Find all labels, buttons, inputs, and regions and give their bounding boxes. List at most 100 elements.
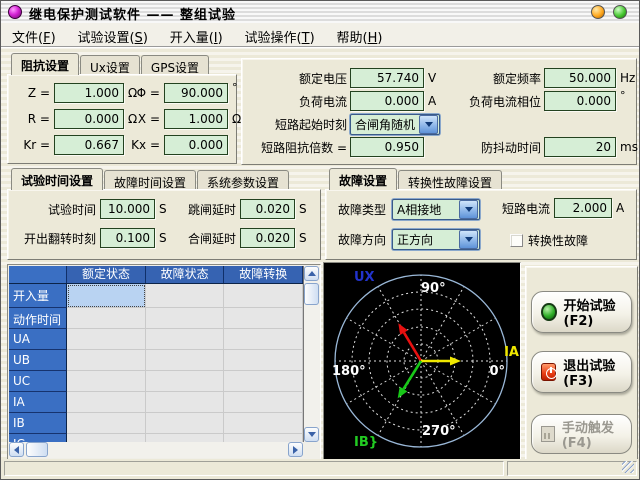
menu-file[interactable]: 文件(F): [5, 23, 63, 46]
minimize-button[interactable]: [591, 5, 605, 19]
scroll-right-button[interactable]: [288, 442, 303, 457]
table-cell[interactable]: [146, 371, 225, 392]
row-header-IC[interactable]: IC: [9, 434, 67, 442]
phi-input[interactable]: 90.000: [164, 83, 228, 103]
table-cell[interactable]: [146, 329, 225, 350]
scroll-left-button[interactable]: [9, 442, 24, 457]
table-cell[interactable]: [67, 308, 146, 329]
load-current-input[interactable]: 0.000: [350, 91, 424, 111]
col-fault-state[interactable]: 故障状态: [146, 266, 225, 283]
menu-help[interactable]: 帮助(H): [329, 23, 389, 46]
row-header-动作时间[interactable]: 动作时间: [9, 308, 67, 329]
scroll-down-button[interactable]: [304, 427, 319, 442]
tab-fault-settings[interactable]: 故障设置: [329, 168, 397, 190]
table-cell[interactable]: [146, 308, 225, 329]
table-cell[interactable]: [67, 284, 146, 308]
fault-type-combo[interactable]: A相接地: [392, 199, 480, 220]
fault-direction-combo[interactable]: 正方向: [392, 229, 480, 250]
vertical-scrollbar[interactable]: [304, 266, 320, 442]
col-rated-state[interactable]: 额定状态: [67, 266, 146, 283]
ib-label: IB}: [354, 436, 378, 449]
close-button[interactable]: [613, 5, 627, 19]
impedance-multiple-input[interactable]: 0.950: [350, 137, 424, 157]
menu-test-settings[interactable]: 试验设置(S): [70, 23, 154, 46]
horizontal-scroll-thumb[interactable]: [26, 442, 48, 457]
row-header-IB[interactable]: IB: [9, 413, 67, 434]
table-row: IA: [9, 392, 303, 413]
load-current-phase-input[interactable]: 0.000: [544, 91, 616, 111]
close-delay-unit: S: [299, 231, 307, 245]
rated-frequency-label: 额定频率: [438, 70, 541, 87]
z-input[interactable]: 1.000: [54, 83, 124, 103]
convert-fault-checkbox[interactable]: [510, 234, 523, 247]
table-cell[interactable]: [224, 392, 303, 413]
scroll-up-button[interactable]: [304, 266, 319, 281]
table-cell[interactable]: [67, 329, 146, 350]
menu-binary-input[interactable]: 开入量(I): [163, 23, 230, 46]
table-cell[interactable]: [224, 350, 303, 371]
table-row: UC: [9, 371, 303, 392]
short-circuit-current-input[interactable]: 2.000: [554, 198, 612, 218]
rated-voltage-input[interactable]: 57.740: [350, 68, 424, 88]
tab-ux-settings[interactable]: Ux设置: [80, 55, 140, 75]
fault-type-combo-arrow[interactable]: [459, 200, 478, 219]
row-header-IA[interactable]: IA: [9, 392, 67, 413]
table-cell[interactable]: [146, 413, 225, 434]
table-cell[interactable]: [146, 392, 225, 413]
debounce-input[interactable]: 20: [544, 137, 616, 157]
table-cell[interactable]: [224, 308, 303, 329]
table-cell[interactable]: [146, 350, 225, 371]
debounce-row: 防抖动时间 20 ms: [438, 137, 638, 157]
test-time-row: 试验时间 10.000 S: [10, 199, 167, 219]
table-cell[interactable]: [224, 434, 303, 442]
col-fault-convert[interactable]: 故障转换: [224, 266, 303, 283]
rated-frequency-input[interactable]: 50.000: [544, 68, 616, 88]
fault-start-combo-arrow[interactable]: [419, 115, 438, 134]
debounce-label: 防抖动时间: [438, 139, 541, 156]
table-cell[interactable]: [224, 284, 303, 308]
exit-test-button[interactable]: 退出试验(F3): [531, 351, 632, 393]
row-header-开入量[interactable]: 开入量: [9, 284, 67, 308]
tab-convert-fault-settings[interactable]: 转换性故障设置: [398, 170, 502, 190]
kx-input[interactable]: 0.000: [164, 135, 228, 155]
x-input[interactable]: 1.000: [164, 109, 228, 129]
debounce-unit: ms: [620, 140, 638, 154]
rated-voltage-label: 额定电压: [244, 70, 347, 87]
horizontal-scrollbar[interactable]: [9, 442, 303, 458]
tab-fault-time-settings[interactable]: 故障时间设置: [104, 170, 196, 190]
power-off-icon: [541, 363, 556, 381]
table-cell[interactable]: [224, 413, 303, 434]
r-input[interactable]: 0.000: [54, 109, 124, 129]
table-cell[interactable]: [146, 434, 225, 442]
trip-delay-input[interactable]: 0.020: [240, 199, 295, 219]
table-cell[interactable]: [146, 284, 225, 308]
fault-direction-combo-arrow[interactable]: [459, 230, 478, 249]
tab-test-time-settings[interactable]: 试验时间设置: [11, 168, 103, 190]
test-time-input[interactable]: 10.000: [100, 199, 155, 219]
r-label: R =: [18, 112, 50, 126]
fault-start-combo[interactable]: 合闸角随机: [350, 114, 440, 135]
table-cell[interactable]: [67, 350, 146, 371]
resize-grip[interactable]: [622, 461, 634, 473]
table-cell[interactable]: [67, 371, 146, 392]
table-cell[interactable]: [67, 413, 146, 434]
fault-start-row: 短路起始时刻 合闸角随机: [244, 113, 440, 135]
row-header-UA[interactable]: UA: [9, 329, 67, 350]
tab-gps-settings[interactable]: GPS设置: [141, 55, 209, 75]
table-cell[interactable]: [67, 392, 146, 413]
tab-impedance-settings[interactable]: 阻抗设置: [11, 53, 79, 75]
row-header-UB[interactable]: UB: [9, 350, 67, 371]
grid-corner-cell: [9, 266, 67, 283]
start-test-button[interactable]: 开始试验(F2): [531, 291, 632, 333]
menu-test-operation[interactable]: 试验操作(T): [238, 23, 322, 46]
kr-input[interactable]: 0.667: [54, 135, 124, 155]
vertical-scroll-thumb[interactable]: [304, 283, 319, 305]
arrow-up-icon: [308, 271, 316, 276]
tab-system-param-settings[interactable]: 系统参数设置: [197, 170, 289, 190]
close-delay-input[interactable]: 0.020: [240, 228, 295, 248]
table-cell[interactable]: [224, 329, 303, 350]
output-flip-input[interactable]: 0.100: [100, 228, 155, 248]
row-header-UC[interactable]: UC: [9, 371, 67, 392]
table-cell[interactable]: [67, 434, 146, 442]
table-cell[interactable]: [224, 371, 303, 392]
